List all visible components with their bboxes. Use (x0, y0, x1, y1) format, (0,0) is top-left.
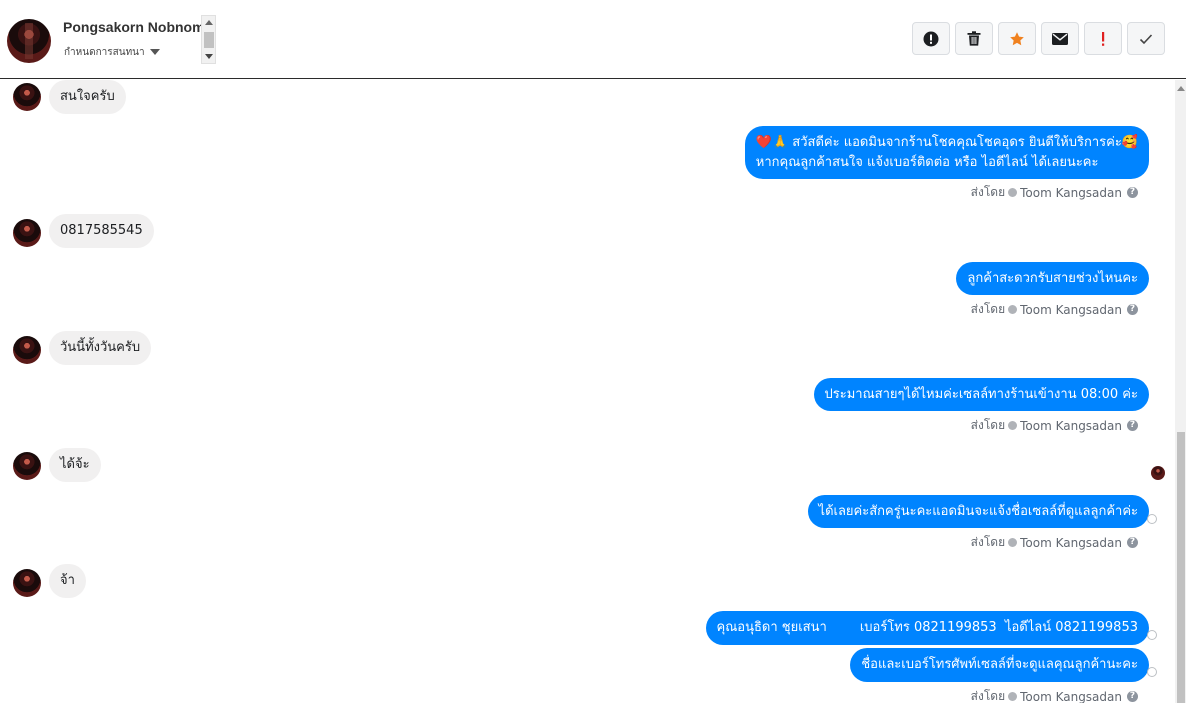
scroll-down-arrow-icon[interactable] (205, 54, 213, 59)
check-icon (1139, 33, 1153, 44)
agent-name[interactable]: Toom Kangsadan (1020, 419, 1122, 433)
incoming-message[interactable]: ได้จ้ะ (49, 448, 101, 482)
verified-dot-icon (1008, 421, 1018, 430)
outgoing-message[interactable]: คุณอนุธิดา ชุยเสนา เบอร์โทร 0821199853 ไ… (705, 611, 1149, 645)
help-icon[interactable]: ? (1127, 187, 1138, 198)
spam-button[interactable] (912, 22, 950, 55)
help-icon[interactable]: ? (1127, 304, 1138, 315)
scroll-thumb[interactable] (1177, 432, 1185, 703)
agent-name[interactable]: Toom Kangsadan (1020, 536, 1122, 550)
outgoing-message[interactable]: ได้เลยค่ะสักครู่นะคะแอดมินจะแจ้งชื่อเซลล… (807, 495, 1149, 528)
outgoing-message[interactable]: ชื่อและเบอร์โทรศัพท์เซลล์ที่จะดูแลคุณลูก… (850, 648, 1149, 682)
message-line: ลูกค้าสะดวกรับสายช่วงไหนคะ (967, 270, 1138, 286)
delivered-circle-icon (1147, 667, 1157, 677)
sent-by-info: ส่งโดย Toom Kangsadan ? (971, 416, 1138, 435)
verified-dot-icon (1008, 188, 1018, 197)
conversation-toolbar (912, 22, 1165, 55)
conversation-label-dropdown[interactable]: กำหนดการสนทนา (64, 45, 160, 57)
verified-dot-icon (1008, 305, 1018, 314)
incoming-message[interactable]: 0817585545 (49, 214, 154, 248)
message-line: ได้เลยค่ะสักครู่นะคะแอดมินจะแจ้งชื่อเซลล… (818, 503, 1138, 519)
outgoing-message[interactable]: ❤️🙏 สวัสดีค่ะ แอดมินจากร้านโชคคุณโชคอุดร… (744, 126, 1149, 179)
sent-by-label: ส่งโดย (970, 535, 1006, 549)
sender-avatar (13, 83, 41, 111)
message-line: หากคุณลูกค้าสนใจ แจ้งเบอร์ติดต่อ หรือ ไอ… (755, 154, 1099, 170)
verified-dot-icon (1008, 538, 1018, 547)
outgoing-message[interactable]: ลูกค้าสะดวกรับสายช่วงไหนคะ (956, 262, 1149, 295)
scroll-up-arrow-icon[interactable] (1177, 86, 1185, 91)
sent-by-label: ส่งโดย (970, 418, 1006, 432)
scroll-thumb[interactable] (204, 32, 214, 48)
sent-by-info: ส่งโดย Toom Kangsadan ? (971, 533, 1138, 552)
delete-button[interactable] (955, 22, 993, 55)
alert-circle-icon (923, 31, 939, 46)
sender-avatar (13, 569, 41, 597)
help-icon[interactable]: ? (1127, 420, 1138, 431)
scroll-up-arrow-icon[interactable] (205, 20, 213, 25)
envelope-icon (1052, 32, 1068, 45)
message-thread[interactable]: สนใจครับ ❤️🙏 สวัสดีค่ะ แอดมินจากร้านโชคค… (0, 80, 1175, 703)
sender-avatar (13, 219, 41, 247)
star-icon (1010, 31, 1024, 45)
agent-name[interactable]: Toom Kangsadan (1020, 303, 1122, 317)
delivered-circle-icon (1147, 630, 1157, 640)
message-line: ประมาณสายๆได้ไหมค่ะเซลล์ทางร้านเข้างาน 0… (824, 386, 1138, 402)
sent-by-label: ส่งโดย (970, 185, 1006, 199)
contact-avatar[interactable] (7, 19, 51, 63)
thread-scrollbar[interactable] (1175, 80, 1186, 703)
message-line: ❤️🙏 สวัสดีค่ะ แอดมินจากร้านโชคคุณโชคอุดร… (755, 134, 1138, 150)
help-icon[interactable]: ? (1127, 691, 1138, 702)
agent-name[interactable]: Toom Kangsadan (1020, 690, 1122, 703)
header-mini-scrollbar[interactable] (201, 15, 216, 64)
conversation-label-text: กำหนดการสนทนา (64, 47, 145, 57)
incoming-message[interactable]: จ้า (49, 564, 86, 598)
sender-avatar (13, 336, 41, 364)
caret-down-icon (149, 49, 160, 56)
sent-by-info: ส่งโดย Toom Kangsadan ? (971, 300, 1138, 319)
sent-by-info: ส่งโดย Toom Kangsadan ? (971, 183, 1138, 202)
follow-up-button[interactable] (1084, 22, 1122, 55)
contact-name[interactable]: Pongsakorn Nobnom (63, 19, 205, 35)
star-button[interactable] (998, 22, 1036, 55)
agent-name[interactable]: Toom Kangsadan (1020, 186, 1122, 200)
mark-done-button[interactable] (1127, 22, 1165, 55)
sender-avatar (13, 452, 41, 480)
trash-icon (967, 31, 981, 46)
mark-unread-button[interactable] (1041, 22, 1079, 55)
sent-by-label: ส่งโดย (970, 302, 1006, 316)
exclamation-icon (1102, 31, 1105, 46)
outgoing-message[interactable]: ประมาณสายๆได้ไหมค่ะเซลล์ทางร้านเข้างาน 0… (813, 378, 1149, 411)
delivered-circle-icon (1147, 514, 1157, 524)
help-icon[interactable]: ? (1127, 537, 1138, 548)
incoming-message[interactable]: สนใจครับ (49, 80, 126, 114)
message-line: คุณอนุธิดา ชุยเสนา เบอร์โทร 0821199853 ไ… (716, 620, 1138, 635)
verified-dot-icon (1008, 692, 1018, 701)
sent-by-label: ส่งโดย (970, 689, 1006, 703)
message-line: ชื่อและเบอร์โทรศัพท์เซลล์ที่จะดูแลคุณลูก… (861, 657, 1138, 672)
sent-by-info: ส่งโดย Toom Kangsadan ? (971, 687, 1138, 703)
incoming-message[interactable]: วันนี้ทั้งวันครับ (49, 331, 152, 365)
seen-avatar (1151, 466, 1165, 480)
conversation-header: Pongsakorn Nobnom กำหนดการสนทนา (0, 0, 1186, 79)
